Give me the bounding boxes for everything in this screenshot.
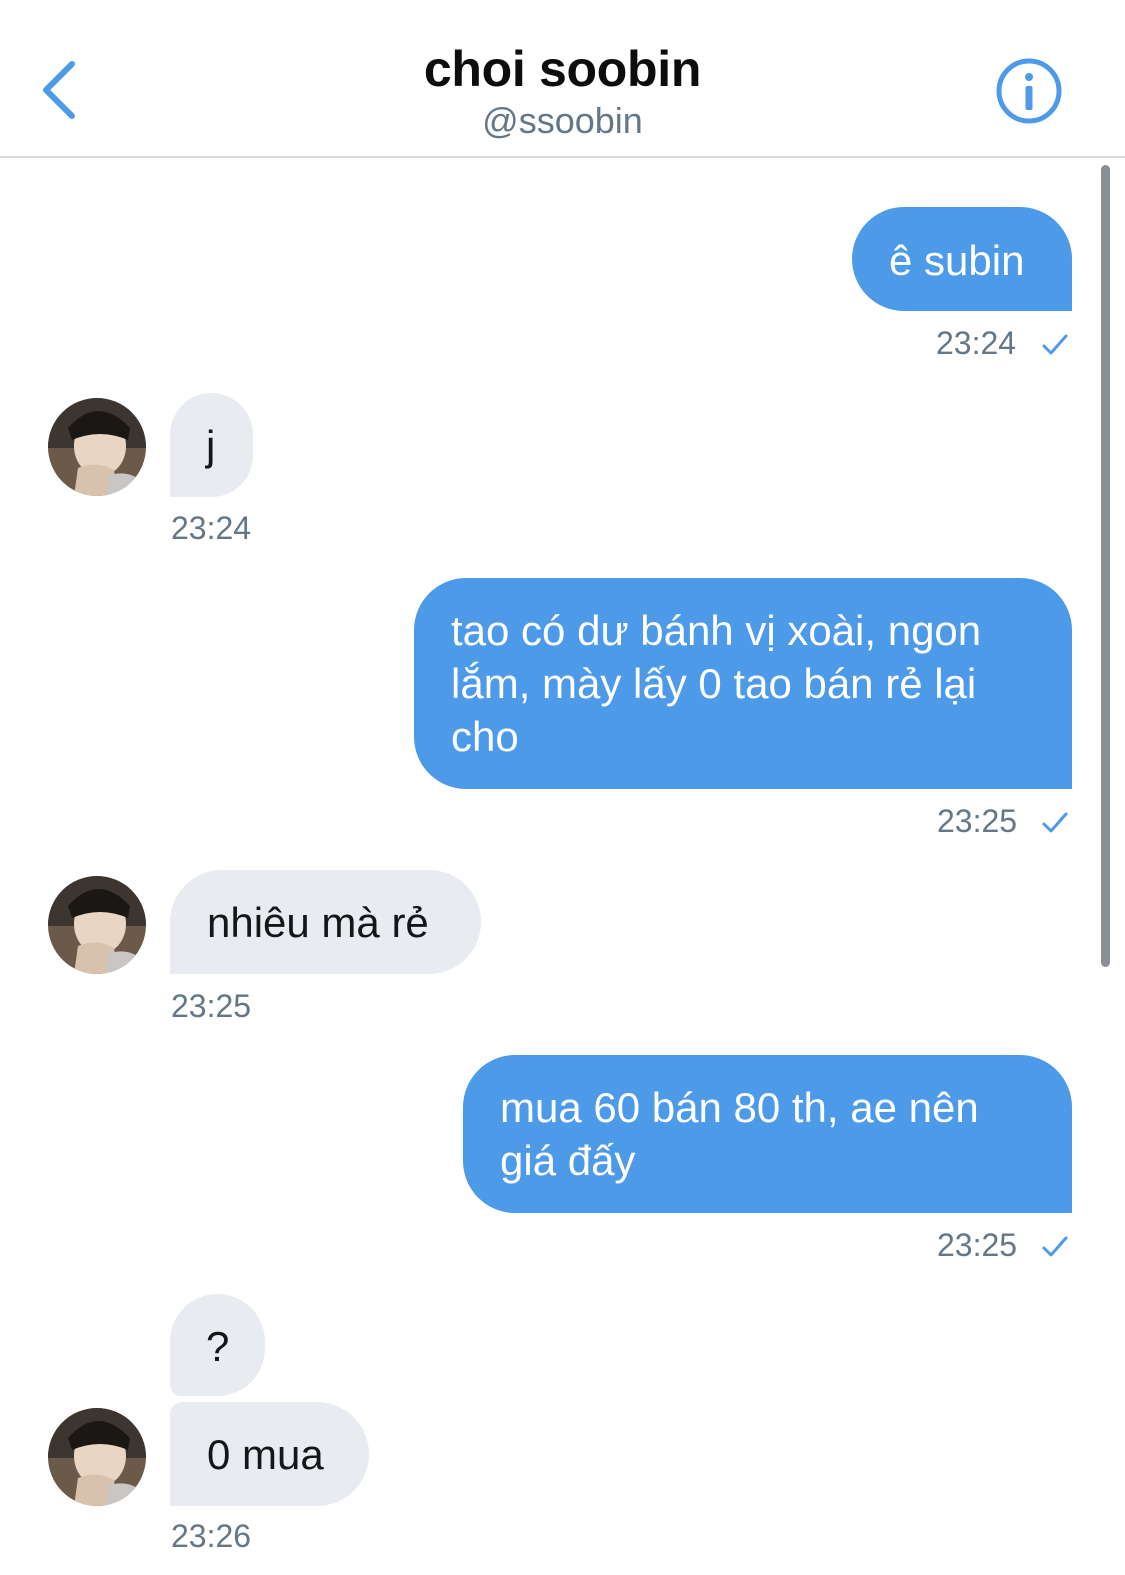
checkmark-icon xyxy=(1042,334,1068,355)
message-text: 0 mua xyxy=(207,1431,324,1478)
message-timestamp: 23:24 xyxy=(171,510,252,546)
message-text: ê subin xyxy=(889,237,1025,284)
message-timestamp: 23:25 xyxy=(937,803,1018,839)
message-text: mua 60 bán 80 th, ae nên giá đấy xyxy=(500,1084,979,1184)
message-timestamp: 23:26 xyxy=(171,1518,252,1554)
avatar[interactable] xyxy=(48,398,146,496)
message-text: j xyxy=(206,422,216,469)
message-bubble-sent[interactable]: mua 60 bán 80 th, ae nên giá đấy xyxy=(463,1055,1072,1213)
checkmark-icon xyxy=(1042,1236,1068,1257)
conversation-handle: @ssoobin xyxy=(482,100,643,141)
scrollbar[interactable] xyxy=(1101,165,1110,967)
message-bubble-sent[interactable]: ê subin xyxy=(852,207,1072,311)
message-bubble-received[interactable]: nhiêu mà rẻ xyxy=(170,870,481,974)
conversation-header: choi soobin @ssoobin xyxy=(0,0,1125,158)
checkmark-icon xyxy=(1042,812,1068,833)
message-bubble-received[interactable]: j xyxy=(170,393,253,497)
message-bubble-received[interactable]: 0 mua xyxy=(170,1402,369,1506)
message-bubble-sent[interactable]: tao có dư bánh vị xoài, ngon lắm, mày lấ… xyxy=(414,578,1072,789)
info-icon xyxy=(996,58,1062,124)
message-bubble-received[interactable]: ? xyxy=(170,1294,265,1396)
message-text: ? xyxy=(206,1323,230,1370)
message-text: tao có dư bánh vị xoài, ngon lắm, mày lấ… xyxy=(451,607,982,760)
avatar[interactable] xyxy=(48,876,146,974)
conversation-title[interactable]: choi soobin xyxy=(0,40,1125,98)
avatar[interactable] xyxy=(48,1408,146,1506)
message-timestamp: 23:25 xyxy=(937,1227,1018,1263)
message-text: nhiêu mà rẻ xyxy=(207,899,429,946)
message-timestamp: 23:24 xyxy=(936,325,1017,361)
info-button[interactable] xyxy=(994,56,1064,126)
message-timestamp: 23:25 xyxy=(171,988,252,1024)
